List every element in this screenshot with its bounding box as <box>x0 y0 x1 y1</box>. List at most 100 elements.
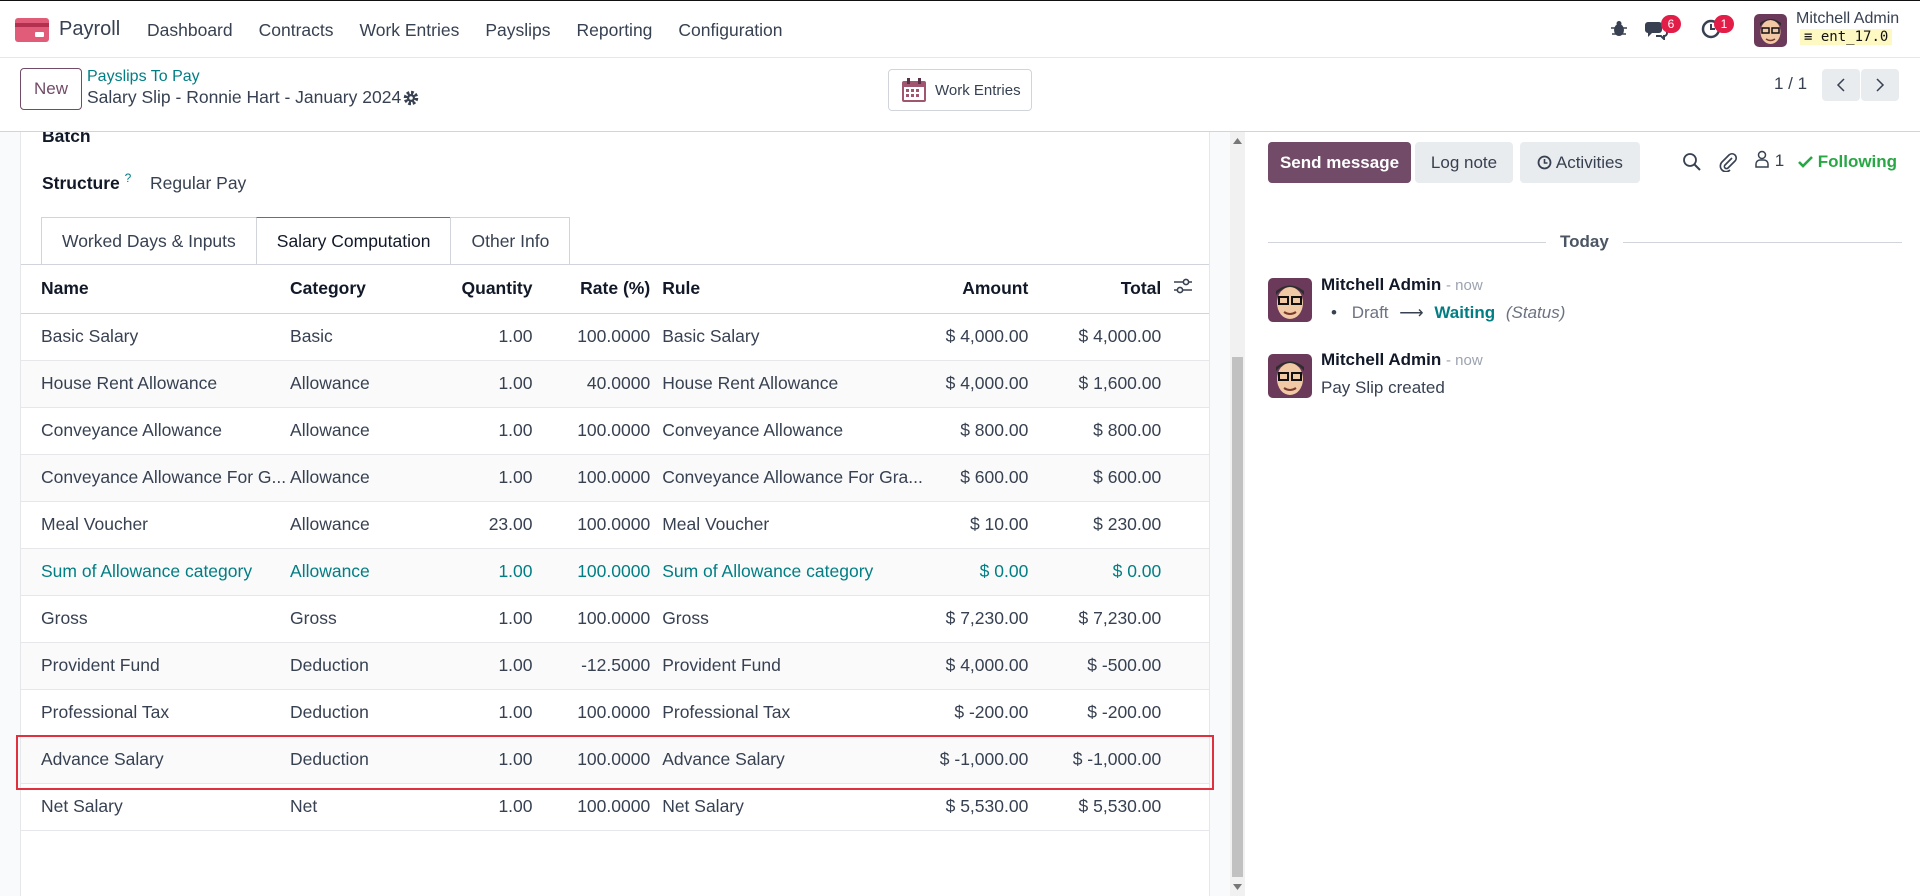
search-icon[interactable] <box>1682 152 1702 172</box>
database-name: ≡ ent_17.0 <box>1800 29 1893 45</box>
table-row[interactable]: Provident Fund Deduction 1.00 -12.5000 P… <box>21 642 1209 690</box>
message-time: - now <box>1446 277 1483 294</box>
cell-name: Net Salary <box>21 783 291 831</box>
messages-button[interactable]: 6 <box>1644 15 1681 42</box>
activities-chatter-label: Activities <box>1555 152 1623 172</box>
column-total[interactable]: Total <box>1028 265 1162 314</box>
menu-configuration[interactable]: Configuration <box>678 20 782 41</box>
cell-total: $ 1,600.00 <box>1028 360 1162 408</box>
cell-quantity: 1.00 <box>425 313 533 361</box>
cell-spacer <box>1161 642 1209 690</box>
paperclip-icon[interactable] <box>1718 152 1738 172</box>
send-message-button[interactable]: Send message <box>1268 142 1411 183</box>
message-avatar[interactable] <box>1268 354 1312 398</box>
cell-amount: $ -1,000.00 <box>926 736 1029 784</box>
cell-rule: Meal Voucher <box>650 501 927 549</box>
breadcrumb-payslips-to-pay[interactable]: Payslips To Pay <box>87 68 200 86</box>
cell-category: Deduction <box>290 736 426 784</box>
menu-contracts[interactable]: Contracts <box>259 20 334 41</box>
gear-icon[interactable] <box>402 89 420 107</box>
table-row[interactable]: House Rent Allowance Allowance 1.00 40.0… <box>21 360 1209 408</box>
column-rate[interactable]: Rate (%) <box>532 265 651 314</box>
cell-quantity: 1.00 <box>425 736 533 784</box>
cell-rate: 40.0000 <box>532 360 651 408</box>
message-author-name: Mitchell Admin <box>1321 275 1442 294</box>
menu-reporting[interactable]: Reporting <box>577 20 653 41</box>
chevron-right-icon <box>1876 78 1885 92</box>
activities-button[interactable]: 1 <box>1700 15 1734 42</box>
check-icon <box>1798 156 1813 168</box>
cell-quantity: 1.00 <box>425 689 533 737</box>
work-entries-button[interactable]: Work Entries <box>888 69 1032 111</box>
cell-total: $ 5,530.00 <box>1028 783 1162 831</box>
table-row-advance-salary[interactable]: Advance Salary Deduction 1.00 100.0000 A… <box>21 736 1209 784</box>
menu-work-entries[interactable]: Work Entries <box>360 20 460 41</box>
table-row[interactable]: Conveyance Allowance Allowance 1.00 100.… <box>21 407 1209 455</box>
cell-rate: 100.0000 <box>532 501 651 549</box>
menu-payslips[interactable]: Payslips <box>485 20 550 41</box>
table-row[interactable]: Gross Gross 1.00 100.0000 Gross $ 7,230.… <box>21 595 1209 643</box>
cell-rule: House Rent Allowance <box>650 360 927 408</box>
message-avatar[interactable] <box>1268 278 1312 322</box>
cell-category: Allowance <box>290 454 426 502</box>
chevron-left-icon <box>1836 78 1845 92</box>
table-row[interactable]: Basic Salary Basic 1.00 100.0000 Basic S… <box>21 313 1209 361</box>
table-row[interactable]: Net Salary Net 1.00 100.0000 Net Salary … <box>21 783 1209 831</box>
column-name[interactable]: Name <box>21 265 291 314</box>
structure-help-icon[interactable]: ? <box>125 171 132 185</box>
salary-computation-table: Name Category Quantity Rate (%) Rule Amo… <box>21 265 1209 831</box>
cell-name: Gross <box>21 595 291 643</box>
table-row[interactable]: Meal Voucher Allowance 23.00 100.0000 Me… <box>21 501 1209 549</box>
avatar-image <box>1268 354 1312 398</box>
cell-amount: $ 5,530.00 <box>926 783 1029 831</box>
message-author[interactable]: Mitchell Admin - now <box>1321 275 1483 295</box>
activities-chatter-button[interactable]: Activities <box>1520 142 1640 183</box>
cell-category: Deduction <box>290 689 426 737</box>
payroll-app-icon[interactable] <box>15 18 49 42</box>
pager-next-button[interactable] <box>1861 69 1899 101</box>
cell-total: $ -1,000.00 <box>1028 736 1162 784</box>
structure-label: Structure ? <box>42 171 131 194</box>
cell-spacer <box>1161 595 1209 643</box>
cell-category: Allowance <box>290 548 426 596</box>
optional-columns-toggle[interactable] <box>1161 265 1209 314</box>
cell-name: Conveyance Allowance <box>21 407 291 455</box>
new-button[interactable]: New <box>20 68 82 110</box>
message-author[interactable]: Mitchell Admin - now <box>1321 350 1483 370</box>
scroll-down-icon[interactable] <box>1233 884 1242 890</box>
log-note-button[interactable]: Log note <box>1415 142 1513 183</box>
column-quantity[interactable]: Quantity <box>425 265 533 314</box>
cell-quantity: 1.00 <box>425 595 533 643</box>
work-entries-label: Work Entries <box>935 81 1021 99</box>
cell-rate: 100.0000 <box>532 548 651 596</box>
cell-spacer <box>1161 783 1209 831</box>
cell-total: $ 7,230.00 <box>1028 595 1162 643</box>
structure-value[interactable]: Regular Pay <box>150 173 246 194</box>
form-scrollbar[interactable] <box>1230 132 1245 896</box>
tab-other-info[interactable]: Other Info <box>450 217 571 264</box>
following-button[interactable]: Following <box>1798 152 1897 172</box>
cell-amount: $ 600.00 <box>926 454 1029 502</box>
cell-rule: Advance Salary <box>650 736 927 784</box>
cell-quantity: 1.00 <box>425 642 533 690</box>
column-category[interactable]: Category <box>290 265 426 314</box>
table-row[interactable]: Professional Tax Deduction 1.00 100.0000… <box>21 689 1209 737</box>
scroll-up-icon[interactable] <box>1233 138 1242 144</box>
column-rule[interactable]: Rule <box>650 265 927 314</box>
tab-worked-days-inputs[interactable]: Worked Days & Inputs <box>41 217 257 264</box>
user-name[interactable]: Mitchell Admin <box>1796 10 1899 28</box>
table-row[interactable]: Conveyance Allowance For G... Allowance … <box>21 454 1209 502</box>
column-amount[interactable]: Amount <box>926 265 1029 314</box>
tab-salary-computation[interactable]: Salary Computation <box>255 217 452 264</box>
pager-previous-button[interactable] <box>1822 69 1860 101</box>
bug-icon[interactable] <box>1610 20 1628 38</box>
pager-value[interactable]: 1 / 1 <box>1774 74 1807 94</box>
scroll-thumb[interactable] <box>1232 357 1243 877</box>
followers-button[interactable]: 1 <box>1754 150 1784 171</box>
cell-rate: 100.0000 <box>532 407 651 455</box>
menu-dashboard[interactable]: Dashboard <box>147 20 233 41</box>
record-title: Salary Slip - Ronnie Hart - January 2024 <box>87 87 402 107</box>
app-name[interactable]: Payroll <box>59 18 120 41</box>
table-row[interactable]: Sum of Allowance category Allowance 1.00… <box>21 548 1209 596</box>
user-avatar[interactable] <box>1754 14 1787 47</box>
